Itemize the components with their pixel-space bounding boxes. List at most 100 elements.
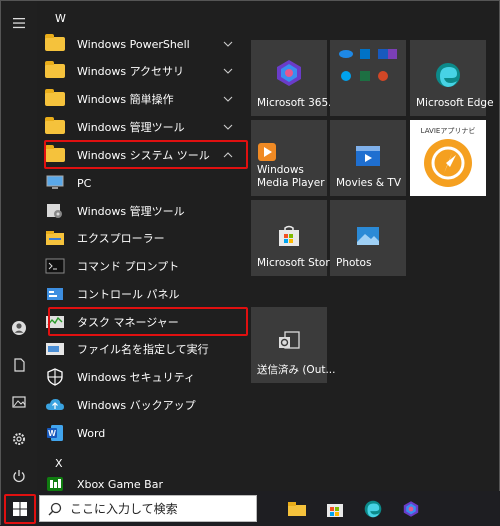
media-player-icon xyxy=(258,143,276,161)
store-icon xyxy=(327,504,343,517)
list-item-label: Windows 管理ツール xyxy=(77,121,185,134)
photos-icon xyxy=(357,227,379,245)
command-prompt-icon xyxy=(43,255,67,277)
folder-icon xyxy=(43,116,67,138)
office-apps-icon xyxy=(339,49,397,81)
microsoft-365-icon xyxy=(277,60,301,86)
list-item-windows-admin-tools-folder[interactable]: Windows 管理ツール xyxy=(43,113,239,141)
list-item-pc[interactable]: PC xyxy=(43,169,239,197)
outlook-sent-icon xyxy=(279,331,300,349)
tile-office-apps[interactable] xyxy=(330,40,406,116)
tile-photos[interactable]: Photos xyxy=(330,200,406,276)
list-item-windows-ease-of-access[interactable]: Windows 簡単操作 xyxy=(43,85,239,113)
cloud-backup-icon xyxy=(43,394,67,416)
list-item-run[interactable]: ファイル名を指定して実行 xyxy=(43,335,239,363)
start-rail xyxy=(1,1,37,491)
list-item-windows-admin-tools[interactable]: Windows 管理ツール xyxy=(43,197,239,225)
file-explorer-icon xyxy=(288,502,306,516)
list-item-windows-security[interactable]: Windows セキュリティ xyxy=(43,363,239,391)
tile-label: Microsoft 365... xyxy=(257,97,339,109)
tile-label: Movies & TV xyxy=(336,177,402,189)
folder-icon xyxy=(43,88,67,110)
highlight-system-tools xyxy=(44,140,248,169)
tile-movies-tv[interactable]: Movies & TV xyxy=(330,120,406,196)
list-item-label: Windows 簡単操作 xyxy=(77,93,174,106)
chevron-down-icon xyxy=(223,41,233,47)
compass-icon xyxy=(424,139,472,187)
control-panel-icon xyxy=(43,283,67,305)
tile-microsoft-365[interactable]: Microsoft 365... xyxy=(251,40,338,116)
list-item-label: Windows アクセサリ xyxy=(77,65,185,78)
app-list: W Windows PowerShell Windows アクセサリ Windo… xyxy=(37,1,247,491)
admin-tools-icon xyxy=(43,200,67,222)
settings-button[interactable] xyxy=(1,421,37,457)
list-item-word[interactable]: W Word xyxy=(43,419,239,447)
list-item-windows-backup[interactable]: Windows バックアップ xyxy=(43,391,239,419)
highlight-start-button xyxy=(4,494,36,524)
chevron-down-icon xyxy=(223,68,233,74)
list-item-label: エクスプローラー xyxy=(77,232,165,245)
power-button[interactable] xyxy=(1,458,37,494)
taskbar: ここに入力して検索 xyxy=(1,491,500,526)
search-placeholder: ここに入力して検索 xyxy=(70,502,178,516)
list-item-control-panel[interactable]: コントロール パネル xyxy=(43,280,239,308)
highlight-task-manager xyxy=(48,307,248,336)
gear-icon xyxy=(13,433,25,445)
pc-icon xyxy=(43,172,67,194)
tile-label: Windows Media Player xyxy=(257,164,325,189)
chevron-down-icon xyxy=(223,96,233,102)
tile-microsoft-store[interactable]: Microsoft Store xyxy=(251,200,336,276)
tile-windows-media-player[interactable]: Windows Media Player xyxy=(251,120,327,196)
movies-tv-icon xyxy=(356,146,380,166)
list-item-label: ファイル名を指定して実行 xyxy=(77,343,209,356)
list-item-label: Windows セキュリティ xyxy=(77,371,195,384)
list-item-label: Windows PowerShell xyxy=(77,37,190,51)
tile-label: Photos xyxy=(336,257,372,269)
document-icon xyxy=(14,358,25,372)
folder-icon xyxy=(43,60,67,82)
search-box[interactable]: ここに入力して検索 xyxy=(39,495,257,522)
documents-button[interactable] xyxy=(1,347,37,383)
tile-label: LAVIEアプリナビ xyxy=(420,127,476,135)
folder-icon xyxy=(43,33,67,55)
edge-icon xyxy=(364,500,382,518)
list-item-label: Windows バックアップ xyxy=(77,399,196,412)
user-account-button[interactable] xyxy=(1,310,37,346)
tile-microsoft-edge[interactable]: Microsoft Edge xyxy=(410,40,494,116)
list-item-explorer[interactable]: エクスプローラー xyxy=(43,224,239,252)
list-item-label: Word xyxy=(77,426,106,440)
chevron-down-icon xyxy=(223,124,233,130)
taskbar-microsoft-365[interactable] xyxy=(397,495,425,523)
hamburger-icon xyxy=(13,18,25,29)
file-explorer-icon xyxy=(43,227,67,249)
tile-label: 送信済み (Out... xyxy=(257,364,336,376)
list-item-label: PC xyxy=(77,176,92,190)
edge-icon xyxy=(436,63,460,87)
list-item-windows-powershell[interactable]: Windows PowerShell xyxy=(43,30,239,58)
tile-sent-items-outlook[interactable]: 送信済み (Out... xyxy=(251,307,335,383)
search-icon xyxy=(48,502,62,515)
taskbar-microsoft-edge[interactable] xyxy=(359,495,387,523)
tile-label: Microsoft Edge xyxy=(416,97,494,109)
power-icon xyxy=(13,470,25,483)
section-header-x[interactable]: X xyxy=(55,457,63,470)
user-icon xyxy=(12,321,26,335)
run-icon xyxy=(43,338,67,360)
list-item-windows-accessories[interactable]: Windows アクセサリ xyxy=(43,57,239,85)
picture-icon xyxy=(12,396,26,408)
shield-icon xyxy=(43,366,67,388)
list-item-label: Windows 管理ツール xyxy=(77,205,185,218)
list-item-label: Xbox Game Bar xyxy=(77,477,163,491)
tile-lavie-app-navi[interactable]: LAVIEアプリナビ xyxy=(410,120,486,196)
taskbar-file-explorer[interactable] xyxy=(283,495,311,523)
microsoft-365-icon xyxy=(403,501,419,517)
list-item-label: コマンド プロンプト xyxy=(77,260,180,273)
start-menu-window: W Windows PowerShell Windows アクセサリ Windo… xyxy=(0,0,500,526)
tile-label: Microsoft Store xyxy=(257,257,336,269)
list-item-command-prompt[interactable]: コマンド プロンプト xyxy=(43,252,239,280)
section-header-w[interactable]: W xyxy=(55,12,66,25)
hamburger-menu-button[interactable] xyxy=(1,5,37,41)
pictures-button[interactable] xyxy=(1,384,37,420)
taskbar-microsoft-store[interactable] xyxy=(321,495,349,523)
svg-text:W: W xyxy=(48,429,56,438)
